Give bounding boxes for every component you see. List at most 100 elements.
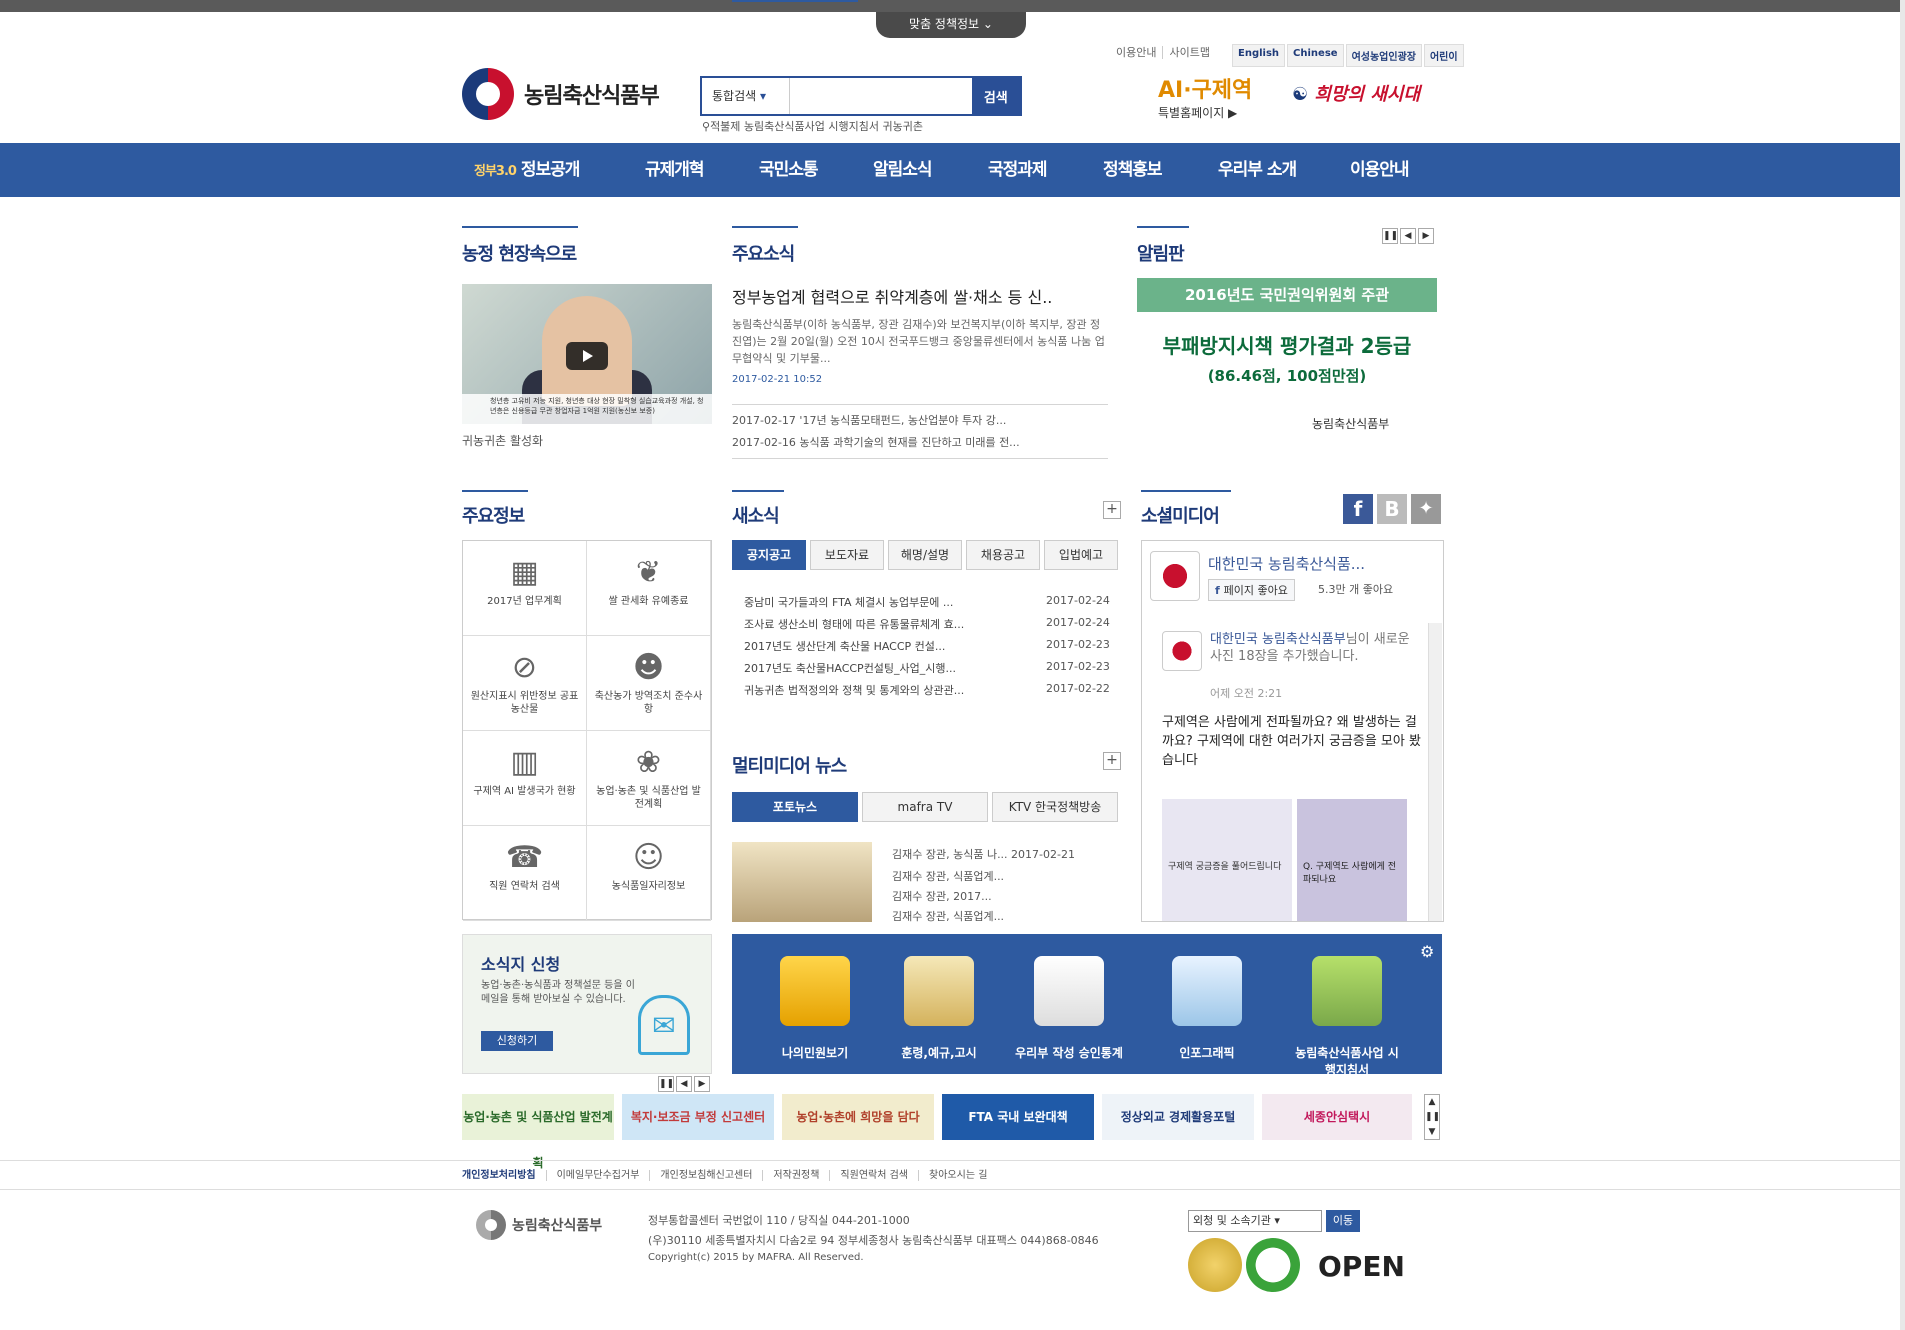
nav-regulation[interactable]: 규제개혁	[645, 143, 705, 197]
related-orgs-select[interactable]: 외청 및 소속기관 ▾	[1188, 1210, 1322, 1232]
search-button[interactable]: 검색	[971, 78, 1020, 114]
info-cell[interactable]: ▥ 구제역 AI 발생국가 현황	[463, 731, 587, 826]
quick-regulations[interactable]: 훈령,예규,고시	[884, 1044, 994, 1061]
notice-more-icon[interactable]: +	[1103, 501, 1121, 519]
nav-policy-pr[interactable]: 정책홍보	[1103, 143, 1163, 197]
fb-page-avatar[interactable]	[1150, 551, 1200, 601]
field-video[interactable]: 청년층 고유비 저능 지원, 청년층 대상 현장 밀착형 실습교육과정 개설, …	[462, 284, 712, 424]
kids-link[interactable]: 어린이	[1423, 44, 1464, 67]
notice-row[interactable]: 2017년도 축산물HACCP컨설팅_사업_시행...	[744, 660, 956, 676]
staff-search-link[interactable]: 직원연락처 검색	[830, 1170, 920, 1181]
newsletter-button[interactable]: 신청하기	[481, 1031, 553, 1051]
lang-english[interactable]: English	[1232, 44, 1286, 67]
banner-fta[interactable]: FTA 국내 보완대책	[942, 1094, 1094, 1140]
notice-row[interactable]: 조사료 생산소비 형태에 따른 유통물류체계 효...	[744, 616, 964, 632]
guide-link[interactable]: 이용안내	[1110, 46, 1164, 59]
banner-sejong-taxi[interactable]: 세종안심택시	[1262, 1094, 1412, 1140]
next-icon[interactable]: ▶	[1418, 228, 1434, 244]
notice-row[interactable]: 중남미 국가들과의 FTA 체결시 농업부문에 ...	[744, 594, 953, 610]
info-cell[interactable]: ☻ 축산농가 방역조치 준수사항	[587, 636, 711, 731]
twitter-icon[interactable]: ✦	[1411, 494, 1441, 524]
prev-icon[interactable]: ◀	[676, 1076, 692, 1092]
chart-book-icon	[1034, 956, 1104, 1026]
banner-hope[interactable]: 농업·농촌에 희망을 담다	[782, 1094, 934, 1140]
photo-news-item[interactable]: 김재수 장관, 식품업계...	[892, 908, 1004, 924]
board-banner[interactable]: 2016년도 국민권익위원회 주관 부패방지시책 평가결과 2등급 (86.46…	[1137, 278, 1437, 458]
tab-press[interactable]: 보도자료	[810, 540, 884, 570]
privacy-report-link[interactable]: 개인정보침해신고센터	[650, 1170, 764, 1181]
news-item[interactable]: 2017-02-17 '17년 농식품모태펀드, 농산업분야 투자 강...	[732, 412, 1006, 428]
info-cell[interactable]: ❦ 쌀 관세화 유예종료	[587, 541, 711, 636]
taegeuk-emblem-icon	[462, 68, 514, 120]
copyright-link[interactable]: 저작권정책	[763, 1170, 831, 1181]
privacy-policy-link[interactable]: 개인정보처리방침	[452, 1170, 547, 1181]
next-icon[interactable]: ▶	[694, 1076, 710, 1092]
nav-guide[interactable]: 이용안내	[1350, 143, 1410, 197]
fb-poster[interactable]: 대한민국 농림축산식품부	[1210, 632, 1346, 647]
email-refusal-link[interactable]: 이메일무단수집거부	[546, 1170, 651, 1181]
quick-statistics[interactable]: 우리부 작성 승인통계	[1014, 1044, 1124, 1061]
banner-development-plan[interactable]: 농업·농촌 및 식품산업 발전계획	[462, 1094, 614, 1170]
certification-mark-icon	[1188, 1238, 1242, 1292]
photo-news-item[interactable]: 김재수 장관, 농식품 나... 2017-02-21	[892, 846, 1075, 862]
photo-news-thumbnail[interactable]	[732, 842, 872, 922]
info-cell[interactable]: ☺ 농식품일자리정보	[587, 826, 711, 921]
quick-infographic[interactable]: 인포그래픽	[1152, 1044, 1262, 1061]
video-title[interactable]: 귀농귀촌 활성화	[462, 432, 543, 449]
info-cell[interactable]: ▦ 2017년 업무계획	[463, 541, 587, 636]
banner-welfare-report[interactable]: 복지·보조금 부정 신고센터	[622, 1094, 774, 1140]
pause-icon[interactable]: ❚❚	[1382, 228, 1398, 244]
info-cell[interactable]: ❀ 농업·농촌 및 식품산업 발전계획	[587, 731, 711, 826]
quick-my-complaints[interactable]: 나의민원보기	[760, 1044, 870, 1061]
tab-legislation[interactable]: 입법예고	[1044, 540, 1118, 570]
popular-keywords[interactable]: ⚲적불제 농림축산식품사업 시행지침서 귀농귀촌	[702, 118, 923, 134]
banner-diplomacy[interactable]: 정상외교 경제활용포털	[1102, 1094, 1254, 1140]
directions-link[interactable]: 찾아오시는 길	[919, 1170, 997, 1181]
news-headline[interactable]: 정부농업계 협력으로 취약계층에 쌀·채소 등 신..	[732, 284, 1052, 308]
photo-news-item[interactable]: 김재수 장관, 2017...	[892, 888, 992, 904]
board-controls: ❚❚ ◀ ▶	[1382, 228, 1434, 244]
sitemap-link[interactable]: 사이트맵	[1163, 46, 1215, 59]
notice-tabs: 공지공고 보도자료 해명/설명 채용공고 입법예고	[732, 540, 1118, 570]
quick-guidelines[interactable]: 농림축산식품사업 시행지침서	[1292, 1044, 1402, 1078]
site-logo[interactable]: 농림축산식품부	[462, 68, 660, 120]
tab-photo-news[interactable]: 포토뉴스	[732, 792, 858, 822]
fb-scrollbar[interactable]	[1428, 623, 1442, 921]
news-item[interactable]: 2017-02-16 농식품 과학기술의 현재를 진단하고 미래를 전...	[732, 434, 1020, 450]
nav-communication[interactable]: 국민소통	[759, 143, 819, 197]
related-go-button[interactable]: 이동	[1326, 1210, 1360, 1232]
nav-about[interactable]: 우리부 소개	[1218, 143, 1297, 197]
facebook-icon[interactable]: f	[1343, 494, 1373, 524]
fb-page-name[interactable]: 대한민국 농림축산식품...	[1208, 553, 1365, 574]
fb-post-image[interactable]: 구제역 궁금증을 풀어드립니다	[1162, 799, 1292, 921]
tab-mafra-tv[interactable]: mafra TV	[862, 792, 988, 822]
multi-more-icon[interactable]: +	[1103, 752, 1121, 770]
tab-ktv[interactable]: KTV 한국정책방송	[992, 792, 1118, 822]
ai-fmd-banner[interactable]: AI·구제역 특별홈페이지 ▶	[1158, 72, 1278, 120]
prev-icon[interactable]: ◀	[1400, 228, 1416, 244]
search-scope-select[interactable]: 통합검색	[702, 78, 790, 114]
settings-gear-icon[interactable]: ⚙	[1420, 942, 1434, 961]
pause-icon[interactable]: ❚❚	[658, 1076, 674, 1092]
nav-news[interactable]: 알림소식	[873, 143, 933, 197]
fb-post-image[interactable]: Q. 구제역도 사람에게 전파되나요	[1297, 799, 1407, 921]
page-scrollbar[interactable]	[1900, 0, 1905, 1330]
custom-policy-tab[interactable]: 맞춤 정책정보 ⌄	[876, 12, 1026, 38]
fb-like-button[interactable]: f 페이지 좋아요	[1208, 579, 1295, 601]
nav-national-tasks[interactable]: 국정과제	[988, 143, 1048, 197]
photo-news-item[interactable]: 김재수 장관, 식품업계...	[892, 868, 1004, 884]
search-input[interactable]	[789, 78, 972, 114]
tab-recruit[interactable]: 채용공고	[966, 540, 1040, 570]
tab-notice[interactable]: 공지공고	[732, 540, 806, 570]
banner-controls[interactable]: ▲ ❚❚ ▼	[1424, 1094, 1440, 1140]
lang-chinese[interactable]: Chinese	[1287, 44, 1344, 67]
info-cell[interactable]: ☎ 직원 연락처 검색	[463, 826, 587, 921]
tab-explain[interactable]: 해명/설명	[888, 540, 962, 570]
women-farmers-link[interactable]: 여성농업인광장	[1345, 44, 1422, 67]
info-cell[interactable]: ⊘ 원산지표시 위반정보 공표농산물	[463, 636, 587, 731]
notice-row[interactable]: 2017년도 생산단계 축산물 HACCP 컨설...	[744, 638, 945, 654]
notice-row[interactable]: 귀농귀촌 법적정의와 정책 및 통계와의 상관관...	[744, 682, 964, 698]
nav-gov30[interactable]: 정부3.0 정보공개	[474, 143, 580, 197]
play-icon[interactable]	[566, 342, 608, 370]
blog-icon[interactable]: B	[1377, 494, 1407, 524]
